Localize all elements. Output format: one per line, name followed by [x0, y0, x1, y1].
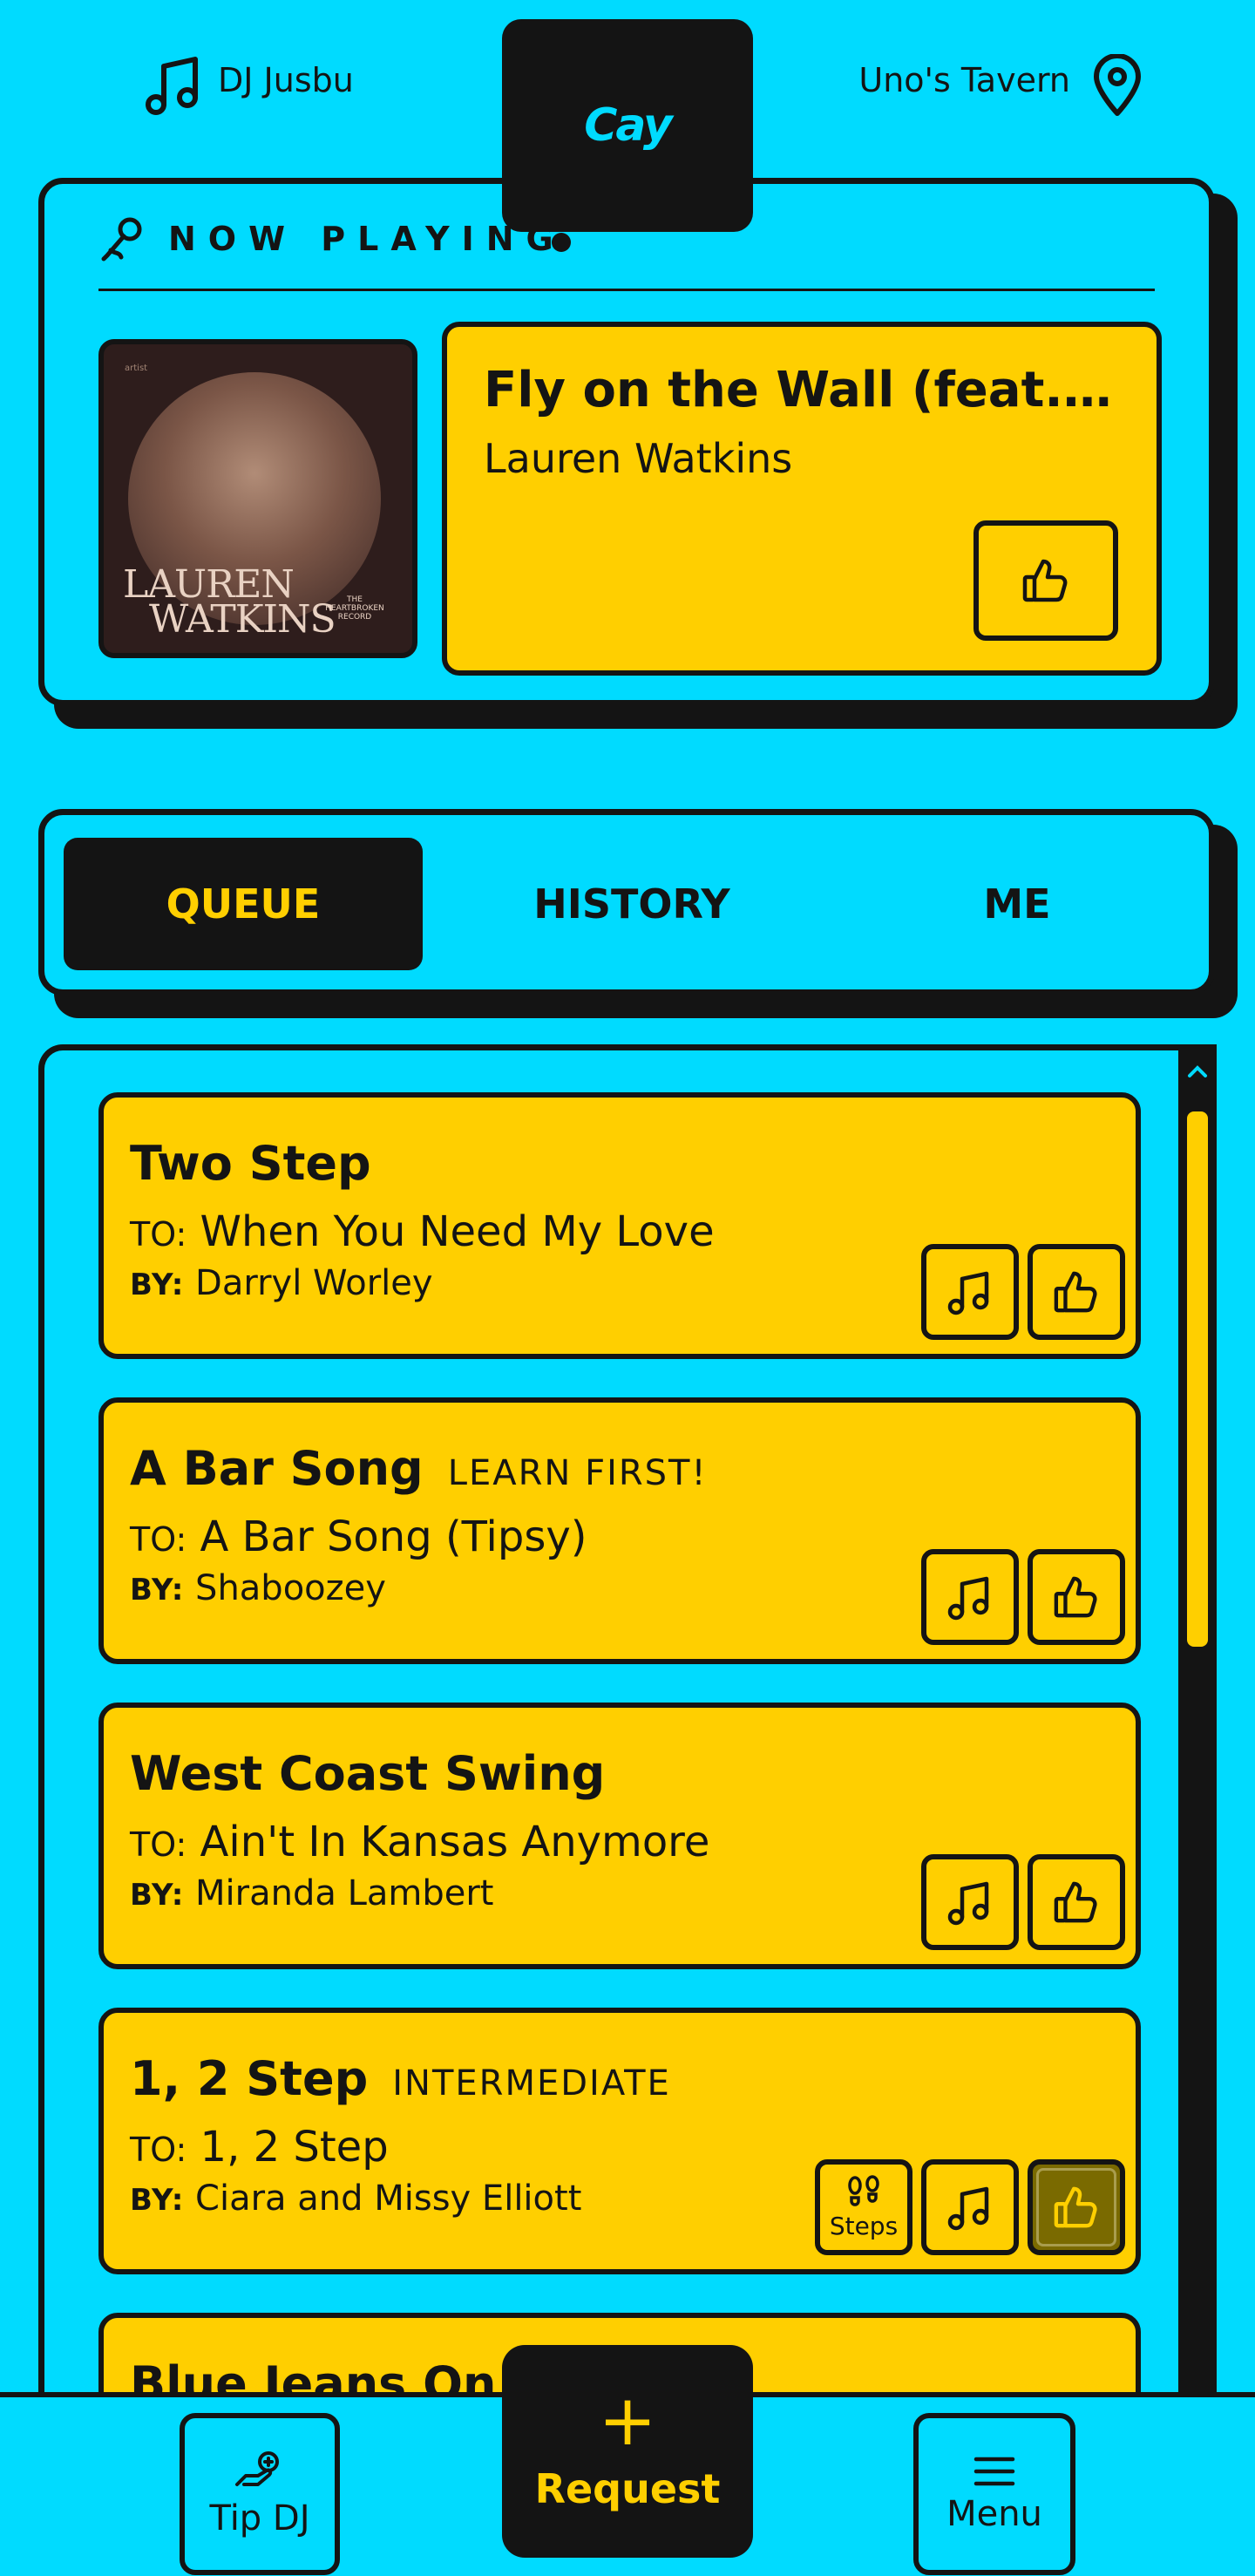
queue-item[interactable]: A Bar Song LEARN FIRST! TO: A Bar Song (… [98, 1397, 1141, 1664]
dance-tag: LEARN FIRST! [447, 1453, 708, 1493]
microphone-icon [101, 217, 142, 262]
dance-title-row: A Bar Song LEARN FIRST! [130, 1441, 708, 1496]
footprints-icon [848, 2174, 879, 2206]
album-name-line2: WATKINS [149, 597, 336, 642]
dance-title-row: 1, 2 Step INTERMEDIATE [130, 2051, 671, 2106]
tab-history[interactable]: HISTORY [452, 838, 811, 970]
live-dot [552, 233, 571, 252]
tip-hand-icon [235, 2451, 279, 2486]
artist-name: Darryl Worley [195, 1263, 433, 1303]
thumbs-up-icon [1022, 559, 1068, 602]
preview-button[interactable] [921, 1854, 1019, 1950]
plus-icon: + [598, 2380, 657, 2461]
music-note-icon [947, 2186, 989, 2231]
dj-info: DJ Jusbu [145, 54, 354, 115]
song-line: TO: A Bar Song (Tipsy) [130, 1512, 587, 1561]
scrollbar-thumb[interactable] [1187, 1111, 1208, 1647]
queue-list[interactable]: Two Step TO: When You Need My Love BY: D… [38, 1044, 1217, 2474]
now-playing-info: Fly on the Wall (feat. J... Lauren Watki… [442, 322, 1162, 676]
to-label: TO: [130, 1825, 187, 1864]
now-playing-card: NOW PLAYING artist LAUREN WATKINS THE HE… [38, 178, 1215, 706]
by-label: BY: [130, 2183, 185, 2218]
music-note-icon [146, 57, 198, 115]
dance-tag: INTERMEDIATE [392, 2063, 671, 2104]
queue-item[interactable]: Two Step TO: When You Need My Love BY: D… [98, 1092, 1141, 1359]
tip-dj-button[interactable]: Tip DJ [180, 2413, 340, 2575]
artist-line: BY: Shaboozey [130, 1568, 386, 1608]
steps-label: Steps [829, 2211, 899, 2240]
like-button[interactable] [973, 520, 1118, 641]
song-line: TO: Ain't In Kansas Anymore [130, 1818, 709, 1866]
like-active-ring [1036, 2168, 1116, 2246]
dance-title-row: Two Step [130, 1136, 396, 1191]
thumbs-up-icon [1054, 1271, 1097, 1313]
by-label: BY: [130, 1268, 185, 1302]
steps-button[interactable]: Steps [815, 2159, 912, 2255]
divider [98, 289, 1155, 291]
dance-title-row: West Coast Swing [130, 1746, 629, 1801]
now-playing-artist: Lauren Watkins [484, 435, 793, 482]
song-line: TO: 1, 2 Step [130, 2123, 389, 2172]
album-artist-name: LAUREN WATKINS [123, 566, 336, 642]
artist-line: BY: Miranda Lambert [130, 1873, 494, 1913]
preview-button[interactable] [921, 2159, 1019, 2255]
song-name: Ain't In Kansas Anymore [200, 1818, 710, 1866]
music-note-icon [947, 1271, 989, 1315]
thumbs-up-icon [1054, 1881, 1097, 1923]
request-label: Request [534, 2465, 721, 2512]
album-art: artist LAUREN WATKINS THE HEARTBROKEN RE… [98, 339, 417, 658]
song-line: TO: When You Need My Love [130, 1207, 715, 1256]
to-label: TO: [130, 1520, 187, 1559]
request-button[interactable]: + Request [502, 2345, 753, 2558]
album-small-label: artist [125, 364, 148, 373]
now-playing-title: Fly on the Wall (feat. J... [484, 362, 1129, 418]
dance-name: West Coast Swing [130, 1746, 606, 1801]
queue-item[interactable]: West Coast Swing TO: Ain't In Kansas Any… [98, 1703, 1141, 1969]
album-subtitle: THE HEARTBROKEN RECORD [325, 595, 384, 622]
dj-name: DJ Jusbu [218, 61, 354, 99]
music-note-icon [947, 1576, 989, 1621]
tab-queue[interactable]: QUEUE [64, 838, 423, 970]
to-label: TO: [130, 1215, 187, 1254]
artist-name: Shaboozey [195, 1568, 386, 1608]
hamburger-menu-icon [973, 2457, 1015, 2486]
tab-me[interactable]: ME [838, 838, 1197, 970]
like-button[interactable] [1028, 1244, 1125, 1340]
artist-name: Miranda Lambert [195, 1873, 494, 1913]
venue-info[interactable]: Uno's Tavern [858, 54, 1142, 117]
by-label: BY: [130, 1573, 185, 1607]
by-label: BY: [130, 1878, 185, 1913]
scroll-up-icon[interactable] [1187, 1064, 1208, 1078]
tip-dj-label: Tip DJ [209, 2498, 310, 2539]
artist-line: BY: Ciara and Missy Elliott [130, 2178, 581, 2219]
menu-label: Menu [946, 2494, 1042, 2534]
location-pin-icon [1094, 54, 1141, 116]
song-name: A Bar Song (Tipsy) [200, 1512, 587, 1561]
dance-name: Two Step [130, 1136, 371, 1191]
dance-name: 1, 2 Step [130, 2051, 369, 2106]
to-label: TO: [130, 2131, 187, 2169]
now-playing-label: NOW PLAYING [168, 220, 566, 258]
preview-button[interactable] [921, 1549, 1019, 1645]
song-name: 1, 2 Step [200, 2123, 389, 2172]
scrollbar[interactable] [1178, 1050, 1217, 2474]
app-logo[interactable]: Cay [502, 19, 753, 232]
like-button-active[interactable] [1028, 2159, 1125, 2255]
queue-item[interactable]: 1, 2 Step INTERMEDIATE TO: 1, 2 Step BY:… [98, 2008, 1141, 2274]
venue-name: Uno's Tavern [858, 61, 1070, 99]
music-note-icon [947, 1881, 989, 1926]
artist-line: BY: Darryl Worley [130, 1263, 433, 1303]
tab-bar: QUEUE HISTORY ME [38, 809, 1215, 996]
like-button[interactable] [1028, 1854, 1125, 1950]
menu-button[interactable]: Menu [913, 2413, 1075, 2575]
artist-name: Ciara and Missy Elliott [195, 2178, 582, 2219]
like-button[interactable] [1028, 1549, 1125, 1645]
logo-text: Cay [584, 99, 673, 152]
dance-name: A Bar Song [130, 1441, 424, 1496]
preview-button[interactable] [921, 1244, 1019, 1340]
now-playing-header: NOW PLAYING [100, 215, 566, 262]
thumbs-up-icon [1054, 1576, 1097, 1618]
song-name: When You Need My Love [200, 1207, 715, 1256]
